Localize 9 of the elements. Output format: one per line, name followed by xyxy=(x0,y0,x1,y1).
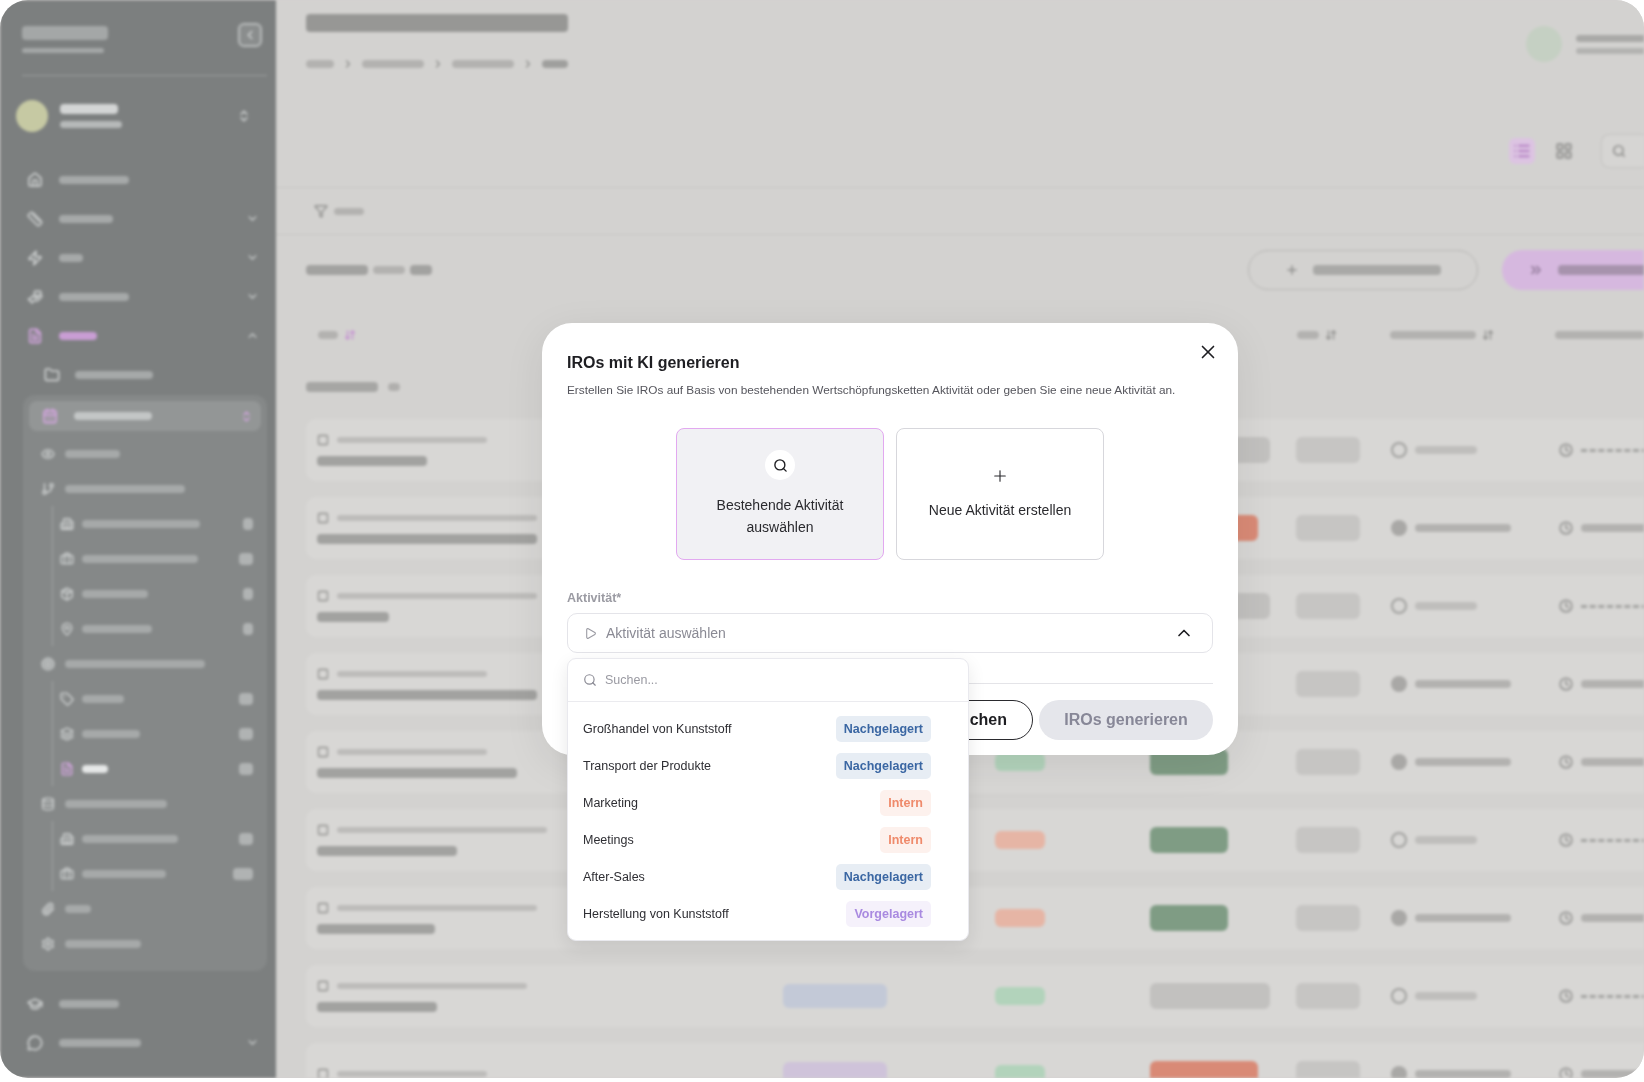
category-tag: Intern xyxy=(880,789,931,816)
category-tag: Vorgelagert xyxy=(846,900,931,927)
dialog-title: IROs mit KI generieren xyxy=(567,353,740,373)
category-tag: Intern xyxy=(880,826,931,853)
category-tag: Nachgelagert xyxy=(835,715,931,742)
dialog-description: Erstellen Sie IROs auf Basis von bestehenden Wertschöpfungsketten Aktivität oder geben Sie eine neue Aktivität an. xyxy=(567,383,1177,398)
category-tag: Nachgelagert xyxy=(835,752,931,779)
field-label: Aktivität* xyxy=(567,591,622,605)
category-tag: Nachgelagert xyxy=(835,863,931,890)
